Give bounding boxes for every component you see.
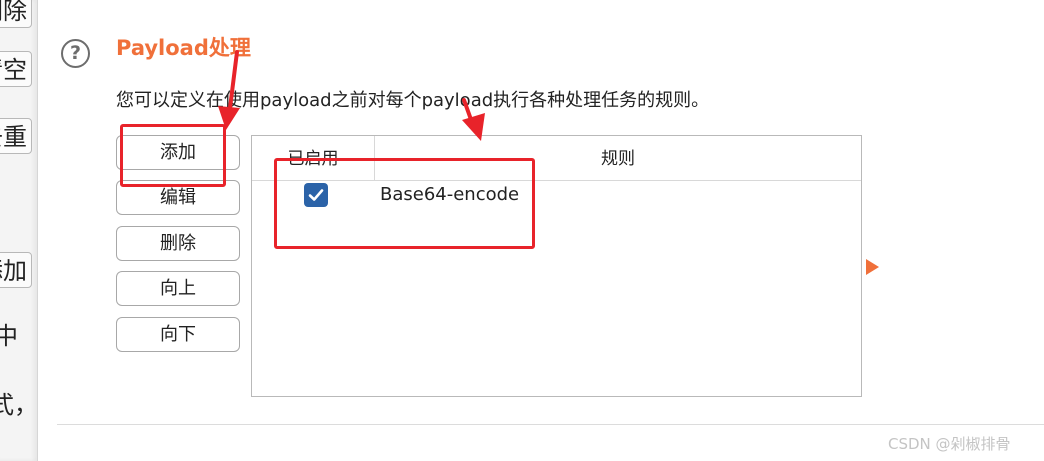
annotation-arrow-head bbox=[218, 106, 240, 130]
annotation-arrow-head bbox=[462, 113, 485, 141]
annotation-arrow bbox=[227, 50, 239, 118]
annotation-arrows bbox=[218, 50, 485, 141]
